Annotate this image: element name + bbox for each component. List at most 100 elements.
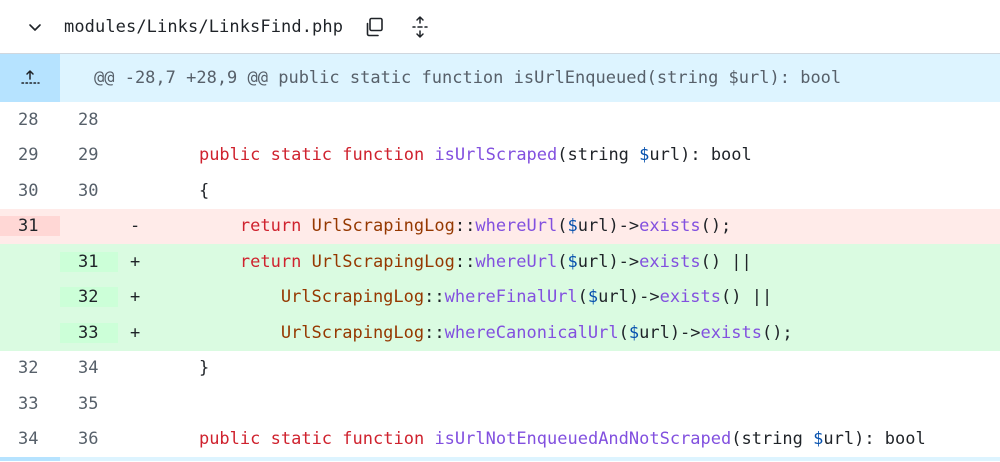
code-token: static (270, 145, 333, 166)
code-token: () || (721, 287, 773, 308)
code-content: public static function isUrlScraped(stri… (158, 145, 1000, 165)
code-token: function (342, 145, 425, 166)
code-token: function (342, 429, 425, 450)
code-token: $ (567, 251, 578, 272)
diff-line-deletion: 31 - return UrlScrapingLog::whereUrl($url… (0, 208, 1000, 244)
diff-line-context: 32 34 } (0, 351, 1000, 387)
code-token: url)-> (577, 216, 640, 237)
code-token: :: (454, 251, 476, 272)
code-token: $ (628, 322, 640, 343)
file-header: modules/Links/LinksFind.php (0, 0, 1000, 54)
expand-down-strip[interactable] (0, 457, 1000, 461)
code-token: isUrlScraped (434, 145, 558, 166)
file-path[interactable]: modules/Links/LinksFind.php (64, 17, 343, 37)
code-content: } (158, 358, 1000, 378)
old-line-number[interactable]: 31 (0, 216, 60, 237)
code-token: :: (424, 322, 445, 343)
code-token: (); (761, 322, 793, 343)
old-line-number[interactable]: 30 (0, 181, 60, 201)
new-line-number[interactable]: 36 (60, 429, 118, 449)
new-line-number[interactable]: 28 (60, 110, 118, 130)
expand-up-icon[interactable] (0, 54, 60, 102)
code-token: exists (639, 251, 701, 272)
old-line-number[interactable]: 32 (0, 358, 60, 378)
code-token: () || (700, 251, 752, 272)
code-token: url): bool (649, 145, 752, 166)
code-token: UrlScrapingLog (311, 251, 455, 272)
old-line-number[interactable]: 28 (0, 110, 60, 130)
diff-line-context: 28 28 (0, 102, 1000, 138)
new-line-number[interactable]: 34 (60, 358, 118, 378)
diff-line-addition: 33 + UrlScrapingLog::whereCanonicalUrl($u… (0, 315, 1000, 351)
code-token: isUrlNotEnqueuedAndNotScraped (434, 429, 732, 450)
old-line-number[interactable]: 34 (0, 429, 60, 449)
diff-line-context: 33 35 (0, 386, 1000, 422)
diff-line-context: 34 36 public static function isUrlNotEnqu… (0, 422, 1000, 458)
code-token: $ (587, 287, 599, 308)
code-token: } (158, 358, 210, 379)
code-token: url)-> (598, 287, 660, 308)
diff-line-addition: 32 + UrlScrapingLog::whereFinalUrl($url)-… (0, 279, 1000, 315)
code-token: (); (700, 216, 732, 237)
code-token: whereCanonicalUrl (444, 322, 619, 343)
code-token: $ (567, 216, 578, 237)
code-token: whereUrl (475, 251, 558, 272)
new-line-number[interactable]: 31 (60, 251, 118, 272)
code-token: ( (618, 322, 629, 343)
copy-icon[interactable] (359, 12, 389, 42)
code-token: whereUrl (475, 216, 558, 237)
code-token: { (158, 180, 210, 201)
code-token: $ (813, 429, 824, 450)
code-content: return UrlScrapingLog::whereUrl($url)->e… (158, 216, 1000, 236)
unfold-icon[interactable] (405, 12, 435, 42)
new-line-number[interactable]: 32 (60, 287, 118, 308)
code-token: public (198, 429, 261, 450)
old-line-number[interactable]: 29 (0, 145, 60, 165)
code-token: return (239, 251, 302, 272)
code-token: UrlScrapingLog (280, 322, 425, 343)
code-token: $ (639, 145, 650, 166)
code-token: url)-> (639, 322, 701, 343)
old-line-number[interactable]: 33 (0, 394, 60, 414)
code-token: UrlScrapingLog (280, 287, 425, 308)
code-token: (string (731, 429, 814, 450)
code-content: UrlScrapingLog::whereCanonicalUrl($url)-… (158, 323, 1000, 343)
new-line-number[interactable]: 30 (60, 181, 118, 201)
new-line-number[interactable]: 33 (60, 322, 118, 343)
code-token: UrlScrapingLog (311, 216, 455, 237)
code-token: exists (639, 216, 701, 237)
diff-marker: + (130, 251, 141, 272)
code-content: UrlScrapingLog::whereFinalUrl($url)->exi… (158, 287, 1000, 307)
diff-marker: + (130, 322, 141, 343)
code-token: url): bool (823, 429, 926, 450)
new-line-number[interactable]: 35 (60, 394, 118, 414)
hunk-header: @@ -28,7 +28,9 @@ public static function… (0, 54, 1000, 102)
chevron-down-icon[interactable] (20, 12, 50, 42)
code-token: exists (700, 322, 762, 343)
code-content: public static function isUrlNotEnqueuedA… (158, 429, 1000, 449)
code-token: :: (424, 287, 445, 308)
diff-line-context: 29 29 public static function isUrlScraped… (0, 138, 1000, 174)
code-content: { (158, 181, 1000, 201)
diff-line-context: 30 30 { (0, 173, 1000, 209)
code-token: return (239, 216, 302, 237)
code-token: whereFinalUrl (444, 287, 578, 308)
code-token: (string (557, 145, 640, 166)
new-line-number[interactable]: 29 (60, 145, 118, 165)
code-token: ( (577, 287, 588, 308)
code-token: exists (659, 287, 722, 308)
code-token: ( (557, 251, 568, 272)
